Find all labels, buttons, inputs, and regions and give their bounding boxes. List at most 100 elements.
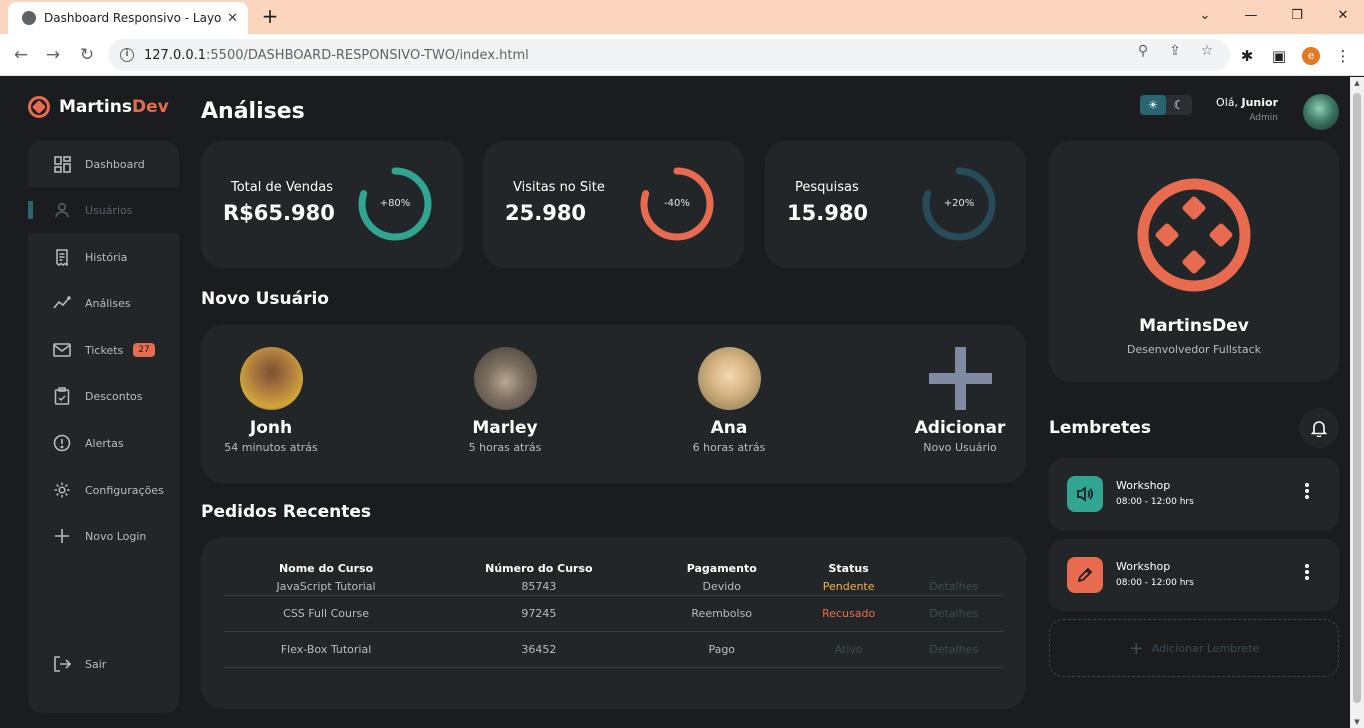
- sidebar: Dashboard Usuários História Análises Tic…: [28, 141, 179, 713]
- sidebar-item-label: Alertas: [85, 436, 124, 450]
- table-row: JavaScript Tutorial 85743 Devido Pendent…: [224, 579, 1004, 596]
- browser-tab[interactable]: Dashboard Responsivo - Layout ✕: [8, 2, 248, 34]
- tickets-count-badge: 27: [133, 343, 155, 357]
- scrollbar-thumb[interactable]: [1353, 93, 1361, 703]
- zoom-icon[interactable]: ⚲: [1134, 42, 1152, 60]
- details-link[interactable]: Detalhes: [903, 579, 1004, 596]
- pencil-icon: [1067, 557, 1103, 593]
- address-bar[interactable]: i 127.0.0.1:5500/DASHBOARD-RESPONSIVO-TW…: [108, 39, 1230, 71]
- sidebar-item-configuracoes[interactable]: Configurações: [28, 467, 179, 513]
- reminder-item[interactable]: Workshop 08:00 - 12:00 hrs: [1049, 458, 1339, 530]
- stat-value: R$65.980: [223, 201, 335, 225]
- stat-value: 25.980: [505, 201, 587, 225]
- more-vertical-icon[interactable]: [1305, 483, 1311, 501]
- user-role: Admin: [1249, 113, 1278, 123]
- add-user-sub: Novo Usuário: [923, 441, 997, 454]
- sidebar-item-label: Novo Login: [85, 529, 147, 543]
- sidebar-item-novo-login[interactable]: Novo Login: [28, 513, 179, 559]
- user-name: Marley: [472, 418, 538, 438]
- new-tab-button[interactable]: +: [258, 4, 282, 28]
- sidebar-item-analises[interactable]: Análises: [28, 280, 179, 326]
- user-time: 5 horas atrás: [468, 441, 542, 454]
- table-row: CSS Full Course 97245 Reembolso Recusado…: [224, 595, 1004, 632]
- site-info-icon[interactable]: i: [120, 48, 134, 62]
- payment-status: Pago: [649, 631, 794, 668]
- user-name: Ana: [710, 418, 748, 438]
- details-link[interactable]: Detalhes: [903, 595, 1004, 632]
- stat-card-visits: Visitas no Site 25.980 -40%: [483, 141, 744, 268]
- profile-avatar[interactable]: [1303, 94, 1339, 130]
- order-status: Recusado: [793, 595, 904, 632]
- sidebar-item-tickets[interactable]: Tickets 27: [28, 327, 179, 373]
- scroll-up-icon[interactable]: ▲: [1353, 79, 1361, 87]
- sidebar-item-sair[interactable]: Sair: [28, 641, 179, 687]
- close-tab-icon[interactable]: ✕: [227, 11, 238, 26]
- more-vertical-icon[interactable]: [1305, 564, 1311, 582]
- sidebar-item-label: Sair: [85, 657, 107, 671]
- course-number: 97245: [428, 595, 650, 632]
- bookmark-star-icon[interactable]: ☆: [1198, 42, 1216, 60]
- side-panel-icon[interactable]: ▣: [1270, 47, 1288, 65]
- sidebar-item-dashboard[interactable]: Dashboard: [28, 141, 179, 187]
- stat-label: Visitas no Site: [513, 180, 605, 195]
- restore-button[interactable]: ❐: [1282, 4, 1312, 28]
- reminder-item[interactable]: Workshop 08:00 - 12:00 hrs: [1049, 539, 1339, 611]
- payment-status: Reembolso: [649, 595, 794, 632]
- orders-table: Nome do Curso Número do Curso Pagamento …: [224, 557, 1004, 668]
- sidebar-item-descontos[interactable]: Descontos: [28, 373, 179, 419]
- user-time: 54 minutos atrás: [224, 441, 318, 454]
- user-card[interactable]: Jonh 54 minutos atrás: [201, 347, 341, 454]
- alert-icon: [52, 433, 72, 453]
- extensions-icon[interactable]: ✱: [1238, 47, 1256, 65]
- course-name: CSS Full Course: [224, 595, 429, 632]
- sidebar-item-historia[interactable]: História: [28, 234, 179, 280]
- column-header: [903, 557, 1004, 579]
- minimize-button[interactable]: —: [1236, 4, 1266, 28]
- browser-menu-icon[interactable]: ⋮: [1334, 47, 1352, 65]
- brand-logo[interactable]: MartinsDev: [28, 96, 169, 118]
- stat-label: Total de Vendas: [231, 180, 333, 195]
- reload-button[interactable]: ↻: [74, 42, 100, 68]
- course-number: 85743: [428, 579, 650, 596]
- sun-icon[interactable]: ☀: [1140, 95, 1166, 115]
- sidebar-item-label: História: [85, 250, 128, 264]
- plus-icon: [928, 347, 992, 410]
- add-user-label: Adicionar: [914, 418, 1006, 438]
- sidebar-item-label: Usuários: [85, 203, 133, 217]
- close-window-button[interactable]: ✕: [1328, 4, 1358, 28]
- orders-card: Nome do Curso Número do Curso Pagamento …: [201, 537, 1026, 709]
- user-greeting: Olá, Junior Admin: [1178, 96, 1278, 123]
- reminder-time: 08:00 - 12:00 hrs: [1116, 578, 1194, 588]
- logout-icon: [52, 654, 72, 674]
- profile-extension-icon[interactable]: e: [1302, 47, 1320, 65]
- avatar: [239, 347, 303, 410]
- back-button[interactable]: ←: [8, 42, 34, 68]
- payment-status: Devido: [649, 579, 794, 596]
- brand-name-accent: Dev: [131, 97, 169, 117]
- new-users-card: Jonh 54 minutos atrás Marley 5 horas atr…: [201, 325, 1026, 483]
- clipboard-icon: [52, 386, 72, 406]
- new-users-title: Novo Usuário: [201, 289, 329, 309]
- bell-icon[interactable]: [1299, 408, 1339, 448]
- url-path: :5500/DASHBOARD-RESPONSIVO-TWO/index.htm…: [206, 47, 529, 63]
- reminder-time: 08:00 - 12:00 hrs: [1116, 497, 1194, 507]
- page-scrollbar[interactable]: ▲ ▼: [1350, 77, 1364, 728]
- grid-icon: [52, 154, 72, 174]
- stat-label: Pesquisas: [795, 180, 859, 195]
- share-icon[interactable]: ⇪: [1166, 42, 1184, 60]
- reminder-title: Workshop: [1116, 560, 1171, 573]
- user-card[interactable]: Marley 5 horas atrás: [435, 347, 575, 454]
- page-viewport: MartinsDev Dashboard Usuários História A…: [0, 77, 1350, 728]
- scroll-down-icon[interactable]: ▼: [1353, 718, 1361, 726]
- user-card[interactable]: Ana 6 horas atrás: [659, 347, 799, 454]
- globe-icon: [22, 11, 36, 25]
- details-link[interactable]: Detalhes: [903, 631, 1004, 668]
- sidebar-item-usuarios[interactable]: Usuários: [28, 187, 179, 233]
- course-name: Flex-Box Tutorial: [224, 631, 429, 668]
- sidebar-item-alertas[interactable]: Alertas: [28, 420, 179, 466]
- order-status: Ativo: [793, 631, 904, 668]
- tab-search-icon[interactable]: ⌄: [1190, 4, 1220, 28]
- forward-button[interactable]: →: [40, 42, 66, 68]
- add-user-button[interactable]: Adicionar Novo Usuário: [890, 347, 1030, 454]
- add-reminder-button[interactable]: + Adicionar Lembrete: [1049, 619, 1339, 677]
